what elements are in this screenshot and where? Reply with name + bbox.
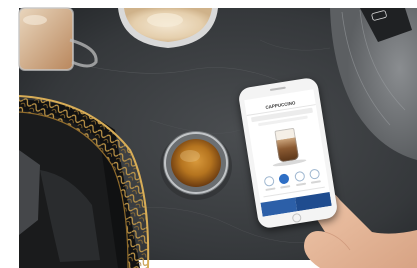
start-button-icon[interactable] — [295, 191, 332, 212]
cup-icon — [274, 127, 300, 163]
phone-screen: CAPPUCCINO — [244, 89, 332, 217]
option-label — [311, 180, 322, 184]
photo-scene: CAPPUCCINO — [0, 0, 417, 268]
home-button[interactable] — [291, 212, 302, 224]
photo-background — [0, 0, 417, 268]
customize-button[interactable] — [260, 197, 298, 217]
phone-speaker — [269, 86, 286, 92]
option-label — [265, 187, 276, 192]
option-label — [280, 185, 291, 189]
option-label — [295, 182, 306, 187]
